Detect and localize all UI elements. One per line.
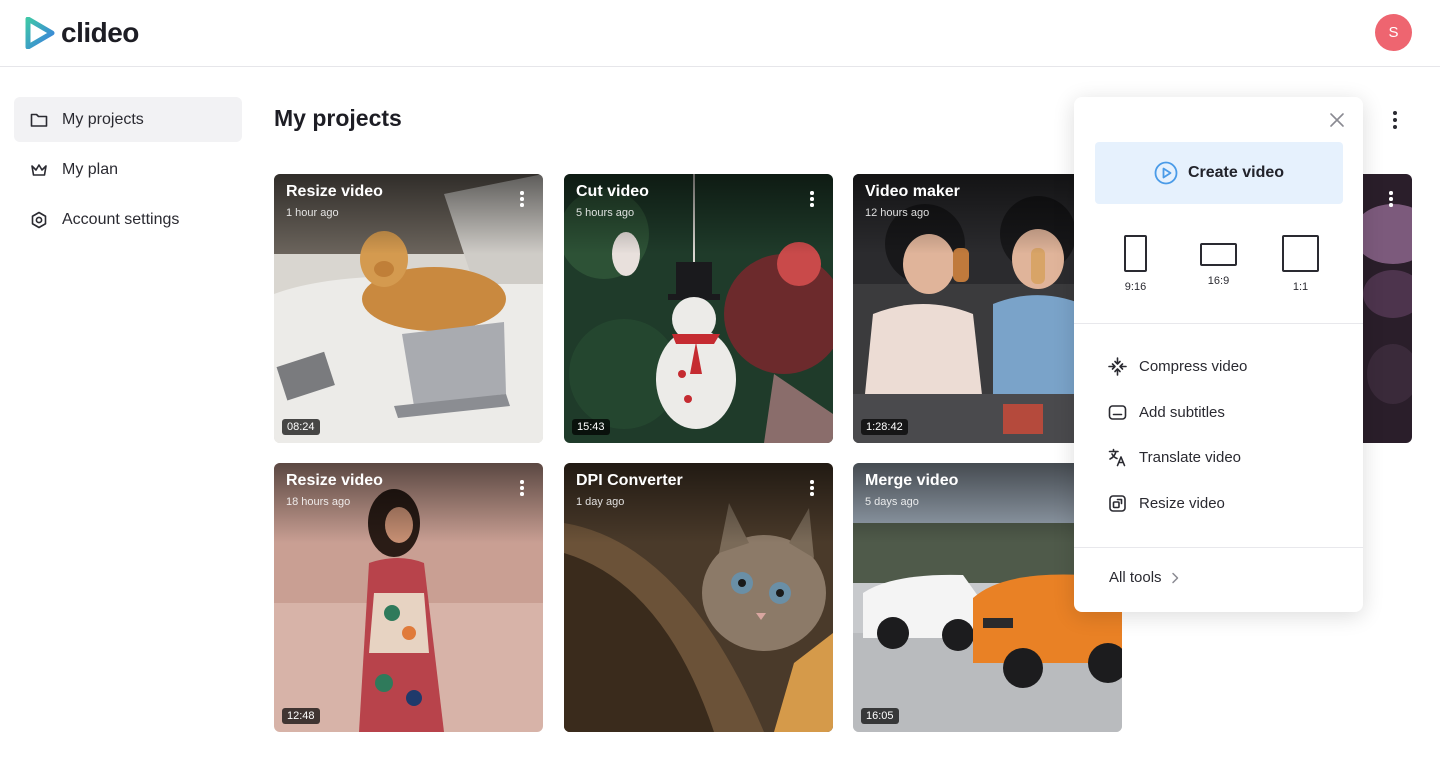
ratio-label: 16:9 — [1207, 275, 1230, 287]
all-tools-link[interactable]: All tools — [1109, 569, 1180, 586]
sidebar-item-label: My projects — [62, 110, 144, 128]
divider — [1074, 323, 1363, 324]
compress-icon — [1108, 356, 1127, 376]
tool-translate-video[interactable]: Translate video — [1108, 445, 1241, 469]
project-title: DPI Converter — [576, 472, 683, 489]
duration-badge: 15:43 — [572, 419, 610, 435]
ratio-9-16-option[interactable]: 9:16 — [1124, 235, 1147, 293]
crown-icon — [30, 161, 48, 179]
tool-resize-video[interactable]: Resize video — [1108, 491, 1225, 515]
project-card[interactable]: Resize video 18 hours ago 12:48 — [274, 463, 543, 732]
card-menu-icon[interactable] — [805, 190, 819, 208]
ratio-16-9-option[interactable]: 16:9 — [1200, 243, 1237, 287]
sidebar-item-label: My plan — [62, 160, 119, 178]
card-menu-icon[interactable] — [805, 479, 819, 497]
ratio-label: 9:16 — [1124, 281, 1147, 293]
project-time: 12 hours ago — [865, 207, 930, 219]
project-time: 5 hours ago — [576, 207, 635, 219]
subtitles-icon — [1108, 404, 1127, 420]
sidebar-item-my-plan[interactable]: My plan — [14, 147, 242, 192]
project-title: Video maker — [865, 183, 960, 200]
project-title: Merge video — [865, 472, 959, 489]
close-icon[interactable] — [1329, 112, 1345, 128]
project-title: Resize video — [286, 472, 383, 489]
resize-icon — [1109, 494, 1126, 512]
logo-play-icon — [25, 17, 55, 49]
tool-label: Resize video — [1139, 494, 1225, 512]
duration-badge: 08:24 — [282, 419, 320, 435]
tool-compress-video[interactable]: Compress video — [1108, 354, 1247, 378]
top-bar: clideo S — [0, 0, 1440, 67]
sidebar: My projects My plan Account settings — [14, 97, 242, 247]
ratio-1-1-option[interactable]: 1:1 — [1282, 235, 1319, 293]
more-options-icon[interactable] — [1384, 106, 1406, 134]
project-title: Resize video — [286, 183, 383, 200]
landscape-frame-icon — [1200, 243, 1237, 266]
duration-badge: 16:05 — [861, 708, 899, 724]
project-time: 1 hour ago — [286, 207, 339, 219]
tool-label: Translate video — [1139, 448, 1241, 466]
project-time: 1 day ago — [576, 496, 625, 508]
tool-label: Compress video — [1139, 357, 1248, 375]
portrait-frame-icon — [1124, 235, 1147, 272]
translate-icon — [1108, 448, 1126, 466]
create-video-button[interactable]: Create video — [1095, 142, 1343, 204]
avatar[interactable]: S — [1375, 14, 1412, 51]
create-menu-panel: Create video 9:16 16:9 1:1 Compress vide… — [1074, 97, 1363, 612]
project-card[interactable]: Resize video 1 hour ago 08:24 — [274, 174, 543, 443]
all-tools-label: All tools — [1109, 569, 1162, 586]
chevron-right-icon — [1171, 572, 1178, 583]
card-menu-icon[interactable] — [515, 479, 529, 497]
logo-text: clideo — [61, 17, 139, 48]
play-circle-icon — [1154, 161, 1178, 185]
project-time: 5 days ago — [865, 496, 919, 508]
clideo-logo[interactable]: clideo — [25, 16, 139, 50]
ratio-label: 1:1 — [1292, 281, 1309, 293]
square-frame-icon — [1282, 235, 1319, 272]
duration-badge: 1:28:42 — [861, 419, 908, 435]
project-card[interactable]: DPI Converter 1 day ago — [564, 463, 833, 732]
sidebar-item-account-settings[interactable]: Account settings — [14, 197, 242, 242]
page-title: My projects — [274, 105, 402, 131]
divider — [1074, 547, 1363, 548]
tool-label: Add subtitles — [1139, 403, 1225, 421]
project-card[interactable]: Cut video 5 hours ago 15:43 — [564, 174, 833, 443]
gear-icon — [30, 211, 48, 229]
sidebar-item-my-projects[interactable]: My projects — [14, 97, 242, 142]
card-menu-icon[interactable] — [515, 190, 529, 208]
folder-icon — [30, 111, 48, 129]
tool-add-subtitles[interactable]: Add subtitles — [1108, 400, 1225, 424]
duration-badge: 12:48 — [282, 708, 320, 724]
create-video-label: Create video — [1187, 164, 1285, 181]
project-time: 18 hours ago — [286, 496, 351, 508]
sidebar-item-label: Account settings — [62, 210, 180, 228]
card-menu-icon[interactable] — [1384, 190, 1398, 208]
project-title: Cut video — [576, 183, 649, 200]
